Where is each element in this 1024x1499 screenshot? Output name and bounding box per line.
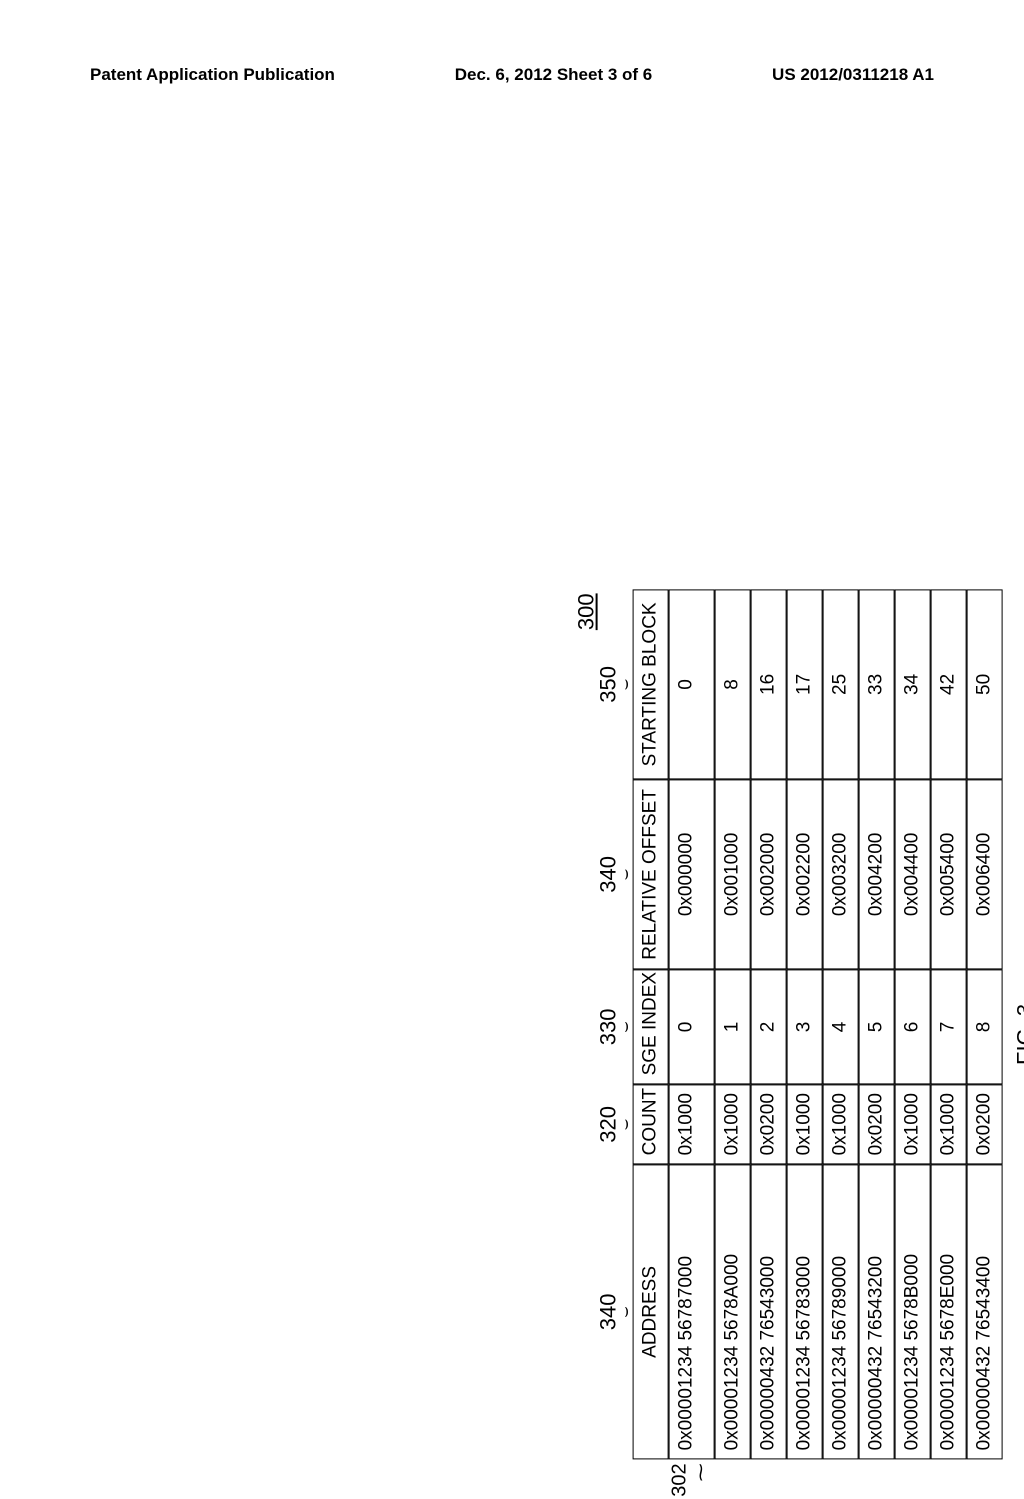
cell-count: 0x1000 <box>786 1084 822 1164</box>
fig3-row-ref-302: 302 <box>668 1463 690 1496</box>
fig3-row-ref <box>858 1459 894 1499</box>
fig3-row-ref: 302⁓ <box>668 1459 714 1499</box>
cell-sge-index: 4 <box>822 969 858 1084</box>
cell-relative-offset: 0x002200 <box>786 779 822 969</box>
cell-sge-index: 1 <box>714 969 750 1084</box>
cell-sge-index: 3 <box>786 969 822 1084</box>
cell-relative-offset: 0x000000 <box>668 779 714 969</box>
cell-relative-offset: 0x003200 <box>822 779 858 969</box>
cell-address: 0x00000432 76543000 <box>750 1164 786 1459</box>
cell-count: 0x1000 <box>822 1084 858 1164</box>
cell-starting-block: 16 <box>750 589 786 779</box>
cell-count: 0x0200 <box>858 1084 894 1164</box>
cell-sge-index: 7 <box>930 969 966 1084</box>
cell-count: 0x1000 <box>930 1084 966 1164</box>
header-right: US 2012/0311218 A1 <box>772 65 934 85</box>
fig3-row-ref <box>714 1459 750 1499</box>
cell-relative-offset: 0x006400 <box>966 779 1002 969</box>
fig3-row-ref <box>930 1459 966 1499</box>
cell-relative-offset: 0x004200 <box>858 779 894 969</box>
cell-address: 0x00001234 56789000 <box>822 1164 858 1459</box>
cell-address: 0x00001234 5678E000 <box>930 1164 966 1459</box>
cell-address: 0x00000432 76543400 <box>966 1164 1002 1459</box>
cell-starting-block: 17 <box>786 589 822 779</box>
col-header-sge-index: SGE INDEX <box>632 969 668 1084</box>
col-header-relative-offset: RELATIVE OFFSET <box>632 779 668 969</box>
cell-count: 0x1000 <box>668 1084 714 1164</box>
cell-count: 0x0200 <box>966 1084 1002 1164</box>
cell-address: 0x00000432 76543200 <box>858 1164 894 1459</box>
cell-starting-block: 34 <box>894 589 930 779</box>
cell-relative-offset: 0x002000 <box>750 779 786 969</box>
fig3-row-ref <box>966 1459 1002 1499</box>
cell-count: 0x1000 <box>894 1084 930 1164</box>
cell-count: 0x0200 <box>750 1084 786 1164</box>
fig3-row-ref <box>750 1459 786 1499</box>
cell-sge-index: 0 <box>668 969 714 1084</box>
cell-address: 0x00001234 5678A000 <box>714 1164 750 1459</box>
col-header-address: ADDRESS <box>632 1164 668 1459</box>
rotated-figure-block: 300 340⌣ 320⌣ 330⌣ 340⌣ 350⌣ ADDRESS COU… <box>596 569 1024 1499</box>
cell-sge-index: 2 <box>750 969 786 1084</box>
cell-starting-block: 33 <box>858 589 894 779</box>
cell-starting-block: 42 <box>930 589 966 779</box>
page-header: Patent Application Publication Dec. 6, 2… <box>0 65 1024 85</box>
col-header-starting-block: STARTING BLOCK <box>632 589 668 779</box>
cell-address: 0x00001234 56783000 <box>786 1164 822 1459</box>
cell-count: 0x1000 <box>714 1084 750 1164</box>
fig3-row-ref <box>822 1459 858 1499</box>
cell-starting-block: 50 <box>966 589 1002 779</box>
cell-relative-offset: 0x005400 <box>930 779 966 969</box>
header-center: Dec. 6, 2012 Sheet 3 of 6 <box>455 65 653 85</box>
cell-relative-offset: 0x001000 <box>714 779 750 969</box>
col-header-count: COUNT <box>632 1084 668 1164</box>
fig3-sge-table: ADDRESS COUNT SGE INDEX RELATIVE OFFSET … <box>632 569 1002 1499</box>
cell-address: 0x00001234 5678B000 <box>894 1164 930 1459</box>
fig3-column-refs: 300 340⌣ 320⌣ 330⌣ 340⌣ 350⌣ <box>596 569 631 1499</box>
fig3-row-ref <box>786 1459 822 1499</box>
cell-starting-block: 25 <box>822 589 858 779</box>
cell-sge-index: 8 <box>966 969 1002 1084</box>
cell-starting-block: 0 <box>668 589 714 779</box>
cell-sge-index: 5 <box>858 969 894 1084</box>
cell-address: 0x00001234 56787000 <box>668 1164 714 1459</box>
fig3-row-ref <box>894 1459 930 1499</box>
cell-relative-offset: 0x004400 <box>894 779 930 969</box>
cell-starting-block: 8 <box>714 589 750 779</box>
cell-sge-index: 6 <box>894 969 930 1084</box>
fig3-caption: FIG. 3 <box>1012 569 1024 1499</box>
header-left: Patent Application Publication <box>90 65 335 85</box>
